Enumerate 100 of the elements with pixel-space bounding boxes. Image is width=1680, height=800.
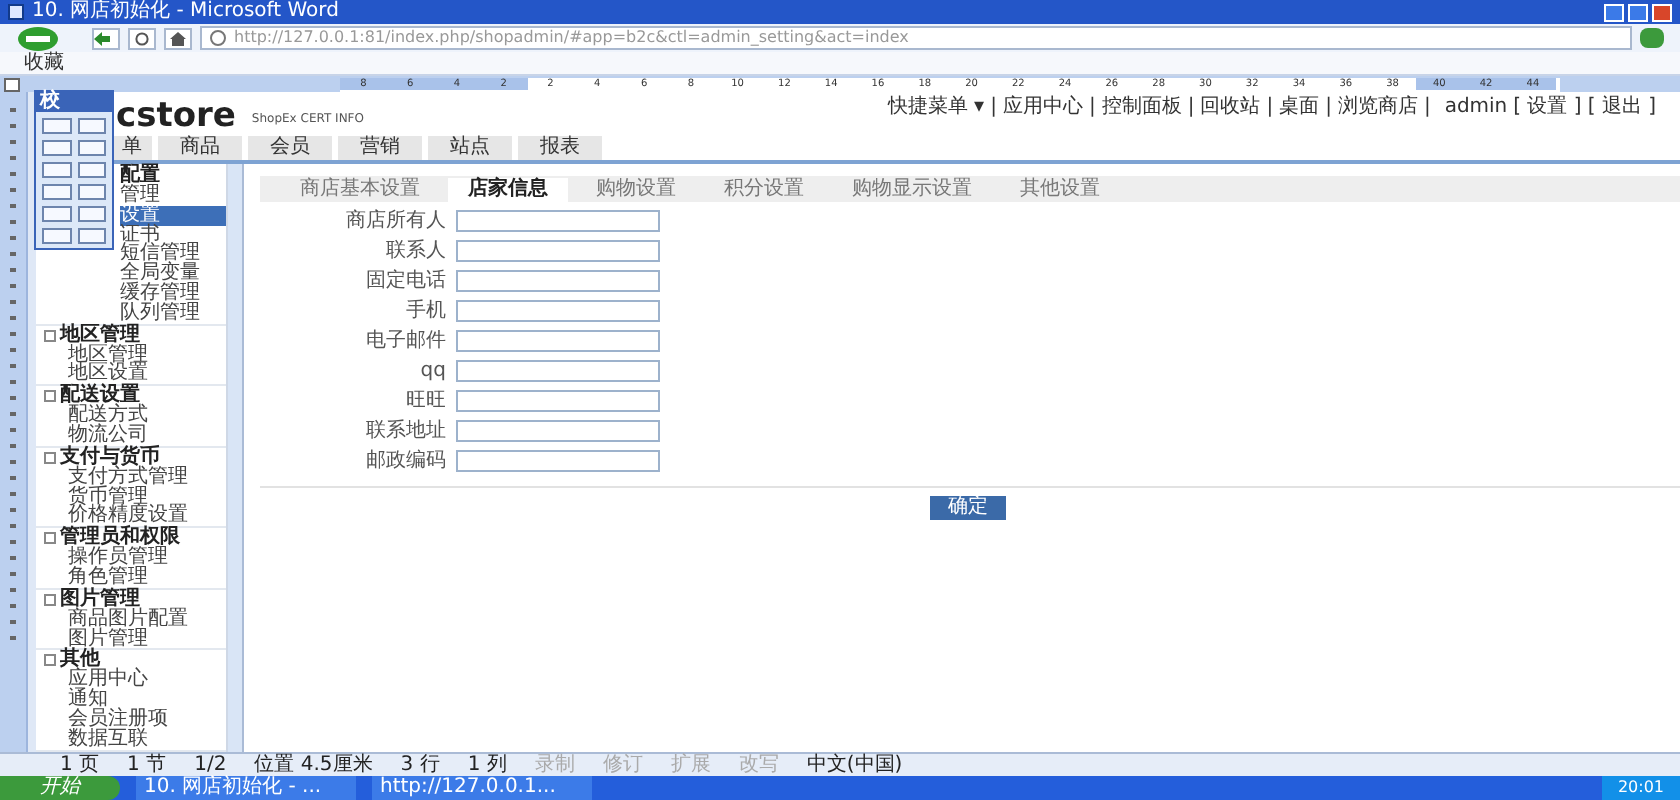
separator-text: | — [990, 96, 997, 120]
home-icon — [170, 31, 186, 45]
admin-name: admin — [1444, 96, 1508, 120]
nav-tab[interactable]: 单 — [112, 136, 152, 160]
globe-icon — [210, 30, 226, 46]
top-link[interactable]: 浏览商店 — [1337, 96, 1418, 120]
tool-icon[interactable] — [42, 118, 71, 134]
maximize-button[interactable] — [1628, 3, 1648, 21]
collapse-icon[interactable] — [44, 593, 56, 606]
tool-icon[interactable] — [42, 140, 71, 156]
tool-icon[interactable] — [42, 162, 71, 178]
tool-icon[interactable] — [77, 140, 106, 156]
back-arrow-icon — [94, 31, 110, 45]
favorites-text[interactable]: 收藏 — [24, 51, 64, 75]
top-link[interactable]: 回收站 — [1200, 96, 1261, 120]
taskbar-button[interactable]: http://127.0.0.1... — [372, 776, 592, 800]
back-button[interactable] — [92, 27, 120, 49]
tool-icon[interactable] — [42, 228, 71, 244]
nav-tab[interactable]: 会员 — [248, 136, 332, 160]
collapse-icon[interactable] — [44, 329, 56, 342]
nav-tab[interactable]: 营销 — [338, 136, 422, 160]
tool-icon[interactable] — [77, 206, 106, 222]
top-link[interactable]: 快捷菜单 ▾ — [887, 96, 985, 120]
input-field[interactable] — [456, 240, 660, 262]
collapse-icon[interactable] — [44, 451, 56, 464]
sidebar-item[interactable]: 通知 — [44, 690, 226, 710]
sidebar-item[interactable]: 证书 — [120, 225, 226, 245]
tool-icon[interactable] — [77, 118, 106, 134]
sidebar-group-title: 配置 — [120, 166, 160, 186]
field-label: 邮政编码 — [364, 450, 446, 472]
separator-text: | — [1325, 96, 1332, 120]
status-text: 中文(中国) — [806, 754, 903, 776]
word-icon — [8, 4, 24, 20]
sidebar-item[interactable]: 支付方式管理 — [44, 467, 226, 488]
input-field[interactable] — [456, 360, 660, 382]
refresh-icon — [134, 31, 150, 45]
input-field[interactable] — [456, 330, 660, 352]
toolbar-title: 校 — [40, 92, 60, 112]
sidebar-item[interactable]: 价格精度设置 — [44, 506, 226, 527]
sidebar-group-title: 地区管理 — [60, 325, 140, 346]
input-field[interactable] — [456, 420, 660, 442]
status-text: 扩展 — [670, 754, 711, 776]
home-button[interactable] — [164, 27, 192, 49]
settings-tab[interactable]: 购物显示设置 — [832, 178, 992, 202]
sidebar-item[interactable]: 图片管理 — [44, 629, 226, 649]
sidebar-item[interactable]: 操作员管理 — [44, 548, 226, 568]
user-link[interactable]: [ 退出 ] — [1587, 96, 1656, 120]
taskbar-button[interactable]: 10. 网店初始化 - ... — [136, 776, 356, 800]
sidebar-item[interactable]: 会员注册项 — [44, 709, 226, 730]
settings-tab[interactable]: 其他设置 — [1000, 178, 1120, 202]
refresh-button[interactable] — [128, 27, 156, 49]
sidebar-item[interactable]: 角色管理 — [44, 567, 226, 588]
nav-tab[interactable]: 站点 — [428, 136, 512, 160]
input-field[interactable] — [456, 300, 660, 322]
settings-tab[interactable]: 积分设置 — [704, 178, 824, 202]
top-link[interactable]: 应用中心 — [1002, 96, 1083, 120]
field-label: 联系人 — [384, 240, 446, 262]
store-logo: cstore — [116, 96, 236, 136]
sidebar-group-title: 支付与货币 — [60, 447, 160, 468]
sidebar-group-title: 图片管理 — [60, 589, 140, 610]
sidebar-item[interactable]: 全局变量 — [120, 264, 226, 284]
sidebar-item[interactable]: 地区设置 — [44, 364, 226, 385]
collapse-icon[interactable] — [44, 654, 56, 667]
clock: 20:01 — [1617, 776, 1664, 800]
sidebar-scrollbar[interactable] — [228, 164, 244, 752]
sidebar-item[interactable]: 物流公司 — [44, 425, 226, 446]
tool-icon[interactable] — [77, 228, 106, 244]
settings-tab[interactable]: 购物设置 — [576, 178, 696, 202]
collapse-icon[interactable] — [44, 532, 56, 545]
tool-icon[interactable] — [77, 162, 106, 178]
minimize-button[interactable] — [1604, 3, 1624, 21]
collapse-icon[interactable] — [44, 390, 56, 403]
sidebar-item[interactable]: 配送方式 — [44, 406, 226, 426]
sidebar-item[interactable]: 地区管理 — [44, 345, 226, 365]
nav-tab[interactable]: 报表 — [518, 136, 602, 160]
status-text: 1 页 — [60, 754, 100, 776]
top-link[interactable]: 桌面 — [1279, 96, 1320, 120]
input-field[interactable] — [456, 390, 660, 412]
input-field[interactable] — [456, 210, 660, 232]
sidebar-item[interactable]: 队列管理 — [120, 303, 226, 324]
tool-icon[interactable] — [42, 206, 71, 222]
sidebar-item[interactable]: 数据互联 — [44, 729, 226, 750]
start-button[interactable]: 开始 — [0, 776, 120, 800]
confirm-button[interactable]: 确定 — [930, 496, 1006, 520]
user-link[interactable]: [ 设置 ] — [1513, 96, 1582, 120]
input-field[interactable] — [456, 270, 660, 292]
sidebar-item[interactable]: 缓存管理 — [120, 283, 226, 304]
input-field[interactable] — [456, 450, 660, 472]
tool-icon[interactable] — [77, 184, 106, 200]
settings-tab[interactable]: 商店基本设置 — [280, 178, 440, 202]
top-link[interactable]: 控制面板 — [1101, 96, 1182, 120]
sidebar-item[interactable]: 管理 — [120, 186, 226, 206]
status-text: 改写 — [738, 754, 779, 776]
sidebar-item[interactable]: 商品图片配置 — [44, 609, 226, 630]
status-text: 3 行 — [400, 754, 440, 776]
settings-tab[interactable]: 店家信息 — [448, 178, 568, 202]
nav-tab[interactable]: 商品 — [158, 136, 242, 160]
field-label: 手机 — [404, 300, 446, 322]
close-button[interactable] — [1652, 3, 1672, 21]
tool-icon[interactable] — [42, 184, 71, 200]
